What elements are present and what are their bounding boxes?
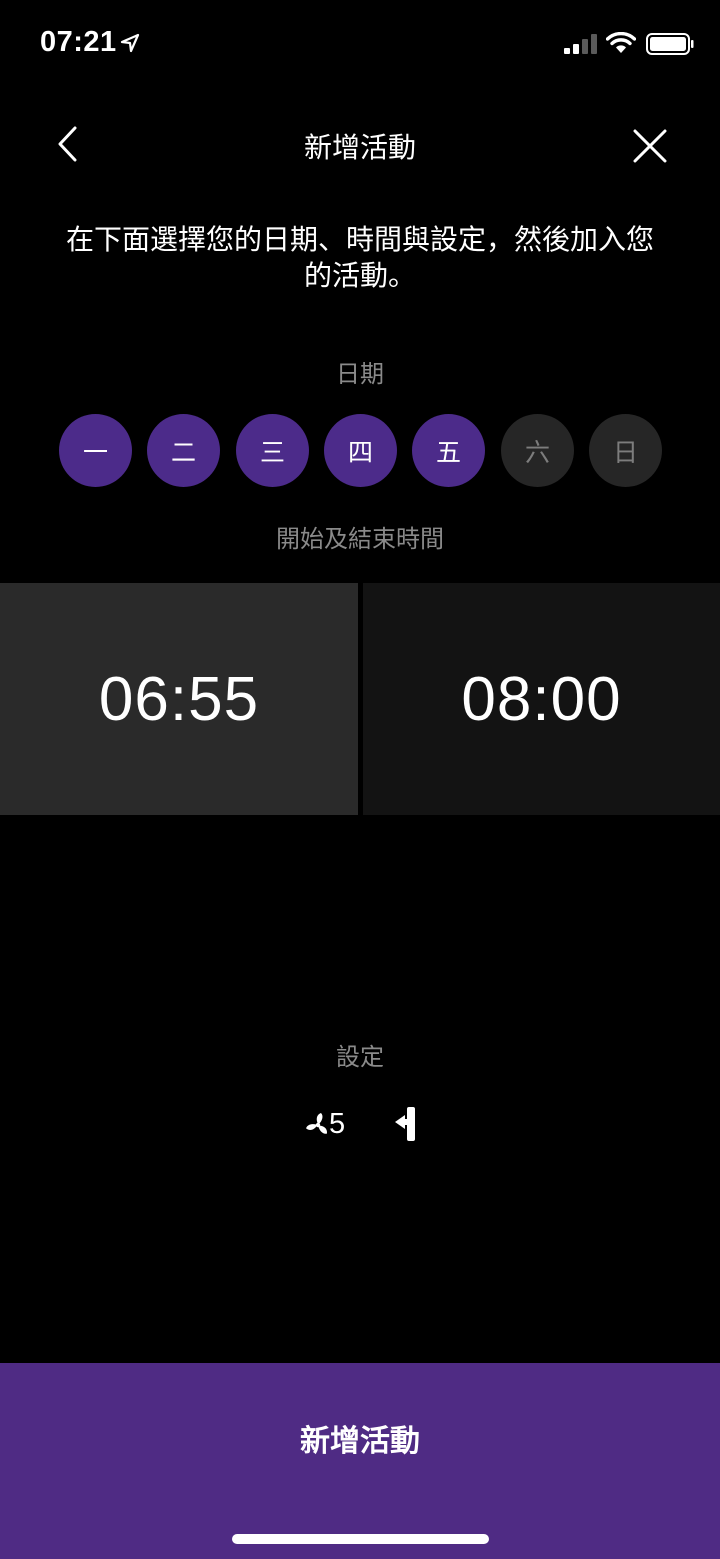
page-title: 新增活動: [303, 131, 416, 164]
add-event-button[interactable]: 新增活動: [0, 1363, 720, 1559]
time-range-picker: 06:55 08:00: [0, 583, 720, 815]
fan-icon: [306, 1113, 327, 1134]
cellular-signal-icon: [564, 34, 597, 54]
end-time-button[interactable]: 08:00: [363, 583, 720, 815]
status-time: 07:21: [40, 26, 117, 58]
wifi-icon: [606, 32, 636, 53]
location-arrow-icon: [120, 33, 140, 53]
day-toggle-mon[interactable]: 一: [59, 414, 132, 487]
date-section-label: 日期: [336, 360, 384, 388]
close-icon[interactable]: [630, 126, 670, 166]
day-selector: 一 二 三 四 五 六 日: [59, 414, 662, 488]
add-event-label: 新增活動: [300, 1424, 420, 1459]
day-toggle-sat[interactable]: 六: [501, 414, 574, 487]
time-section-label: 開始及結束時間: [276, 525, 444, 553]
battery-icon: [646, 33, 694, 55]
settings-summary[interactable]: 5: [300, 1100, 430, 1150]
home-indicator: [232, 1534, 489, 1544]
day-toggle-wed[interactable]: 三: [236, 414, 309, 487]
day-toggle-fri[interactable]: 五: [412, 414, 485, 487]
settings-section-label: 設定: [336, 1043, 384, 1071]
day-toggle-tue[interactable]: 二: [147, 414, 220, 487]
day-toggle-sun[interactable]: 日: [589, 414, 662, 487]
day-toggle-thu[interactable]: 四: [324, 414, 397, 487]
fan-speed-value: 5: [329, 1108, 346, 1140]
door-icon: [395, 1107, 415, 1141]
nav-header: 新增活動: [0, 100, 720, 190]
instructions-text: 在下面選擇您的日期、時間與設定，然後加入您的活動。: [65, 223, 654, 292]
start-time-button[interactable]: 06:55: [0, 583, 358, 815]
status-bar: 07:21: [0, 0, 720, 90]
